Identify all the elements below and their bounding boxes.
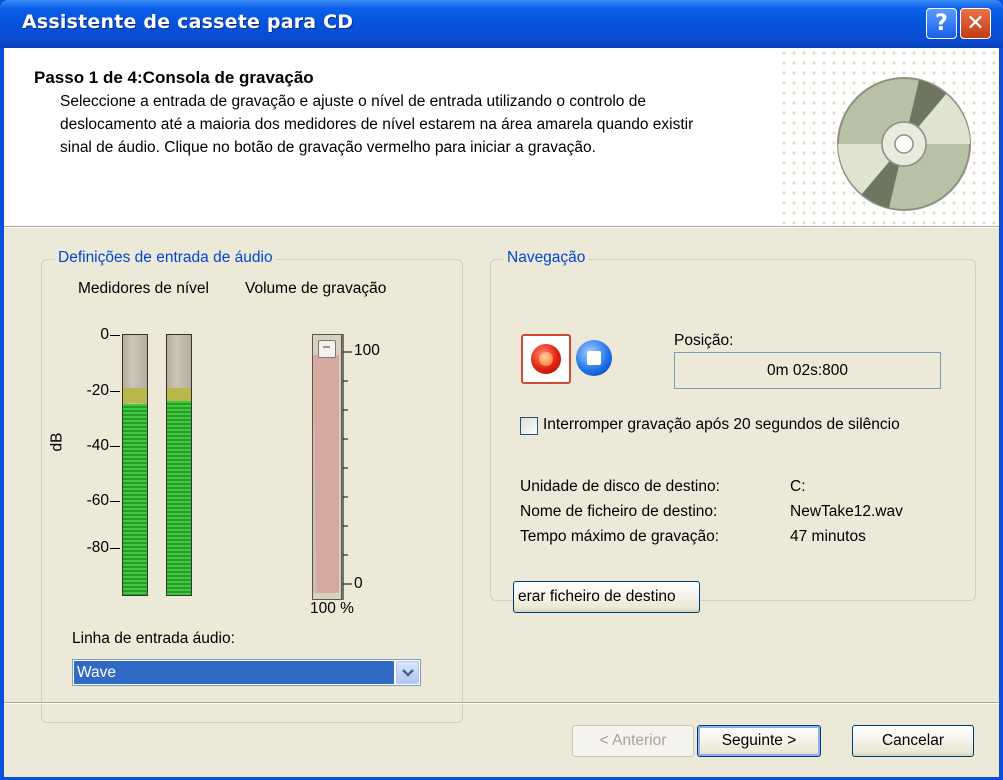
level-meter-left — [122, 334, 148, 596]
dest-drive-label: Unidade de disco de destino: — [520, 478, 720, 495]
input-line-label: Linha de entrada áudio: — [72, 630, 235, 647]
help-icon: ? — [935, 11, 948, 36]
position-display: 0m 02s:800 — [674, 352, 941, 389]
max-time-label: Tempo máximo de gravação: — [520, 528, 720, 545]
next-button[interactable]: Seguinte > — [697, 725, 821, 757]
meter-yellow-zone — [167, 388, 191, 401]
record-button[interactable] — [521, 334, 571, 384]
meter-level-fill — [167, 401, 191, 595]
back-button[interactable]: < Anterior — [572, 725, 694, 757]
stop-on-silence-label[interactable]: Interromper gravação após 20 segundos de… — [543, 416, 900, 434]
input-line-select[interactable]: Wave — [72, 659, 421, 686]
volume-scale-ticks — [342, 334, 352, 600]
meter-yellow-zone — [123, 388, 147, 403]
db-tick: -40 — [86, 437, 109, 454]
record-volume-slider[interactable] — [312, 334, 342, 600]
db-tick: 0 — [100, 326, 109, 343]
db-tick: -80 — [86, 539, 109, 556]
cd-disc-icon — [837, 77, 971, 211]
close-icon: ✕ — [966, 11, 985, 36]
window-title: Assistente de cassete para CD — [22, 11, 354, 33]
meter-level-fill — [123, 404, 147, 595]
position-label: Posição: — [674, 332, 734, 349]
input-line-selected: Wave — [74, 661, 394, 684]
record-volume-label: Volume de gravação — [245, 280, 387, 297]
level-meters-label: Medidores de nível — [78, 280, 209, 297]
db-tick: -60 — [86, 492, 109, 509]
stop-button[interactable] — [576, 340, 612, 376]
wizard-window: Assistente de cassete para CD ? ✕ Passo … — [0, 0, 1003, 780]
step-description: Seleccione a entrada de gravação e ajust… — [60, 93, 694, 156]
title-bar: Assistente de cassete para CD ? ✕ — [0, 0, 1003, 48]
help-button[interactable]: ? — [926, 8, 957, 39]
stop-on-silence-checkbox[interactable] — [520, 417, 538, 435]
volume-tick-0: 0 — [354, 575, 363, 592]
volume-value: 100 % — [310, 600, 354, 617]
input-line-dropdown-button[interactable] — [396, 661, 419, 684]
max-time-value: 47 minutos — [790, 528, 866, 545]
navigation-group-label: Navegação — [504, 249, 589, 267]
wizard-header: Passo 1 de 4:Consola de gravação Selecci… — [4, 48, 999, 228]
dest-file-value: NewTake12.wav — [790, 503, 903, 520]
db-axis-label: dB — [48, 432, 66, 452]
chevron-down-icon — [402, 669, 414, 677]
db-tick: -20 — [86, 382, 109, 399]
audio-input-group-label: Definições de entrada de áudio — [55, 249, 276, 267]
volume-tick-100: 100 — [354, 342, 380, 359]
stop-icon — [587, 351, 601, 365]
cancel-button[interactable]: Cancelar — [852, 725, 974, 757]
wizard-body: Passo 1 de 4:Consola de gravação Selecci… — [4, 48, 999, 777]
dest-drive-value: C: — [790, 478, 806, 495]
change-destination-label: erar ficheiro de destino — [518, 588, 676, 605]
change-destination-button[interactable]: erar ficheiro de destino — [513, 581, 700, 613]
dest-file-label: Nome de ficheiro de destino: — [520, 503, 718, 520]
close-button[interactable]: ✕ — [960, 8, 991, 39]
volume-slider-thumb[interactable] — [318, 340, 336, 358]
level-meter-right — [166, 334, 192, 596]
step-title: Passo 1 de 4:Consola de gravação — [34, 68, 314, 87]
